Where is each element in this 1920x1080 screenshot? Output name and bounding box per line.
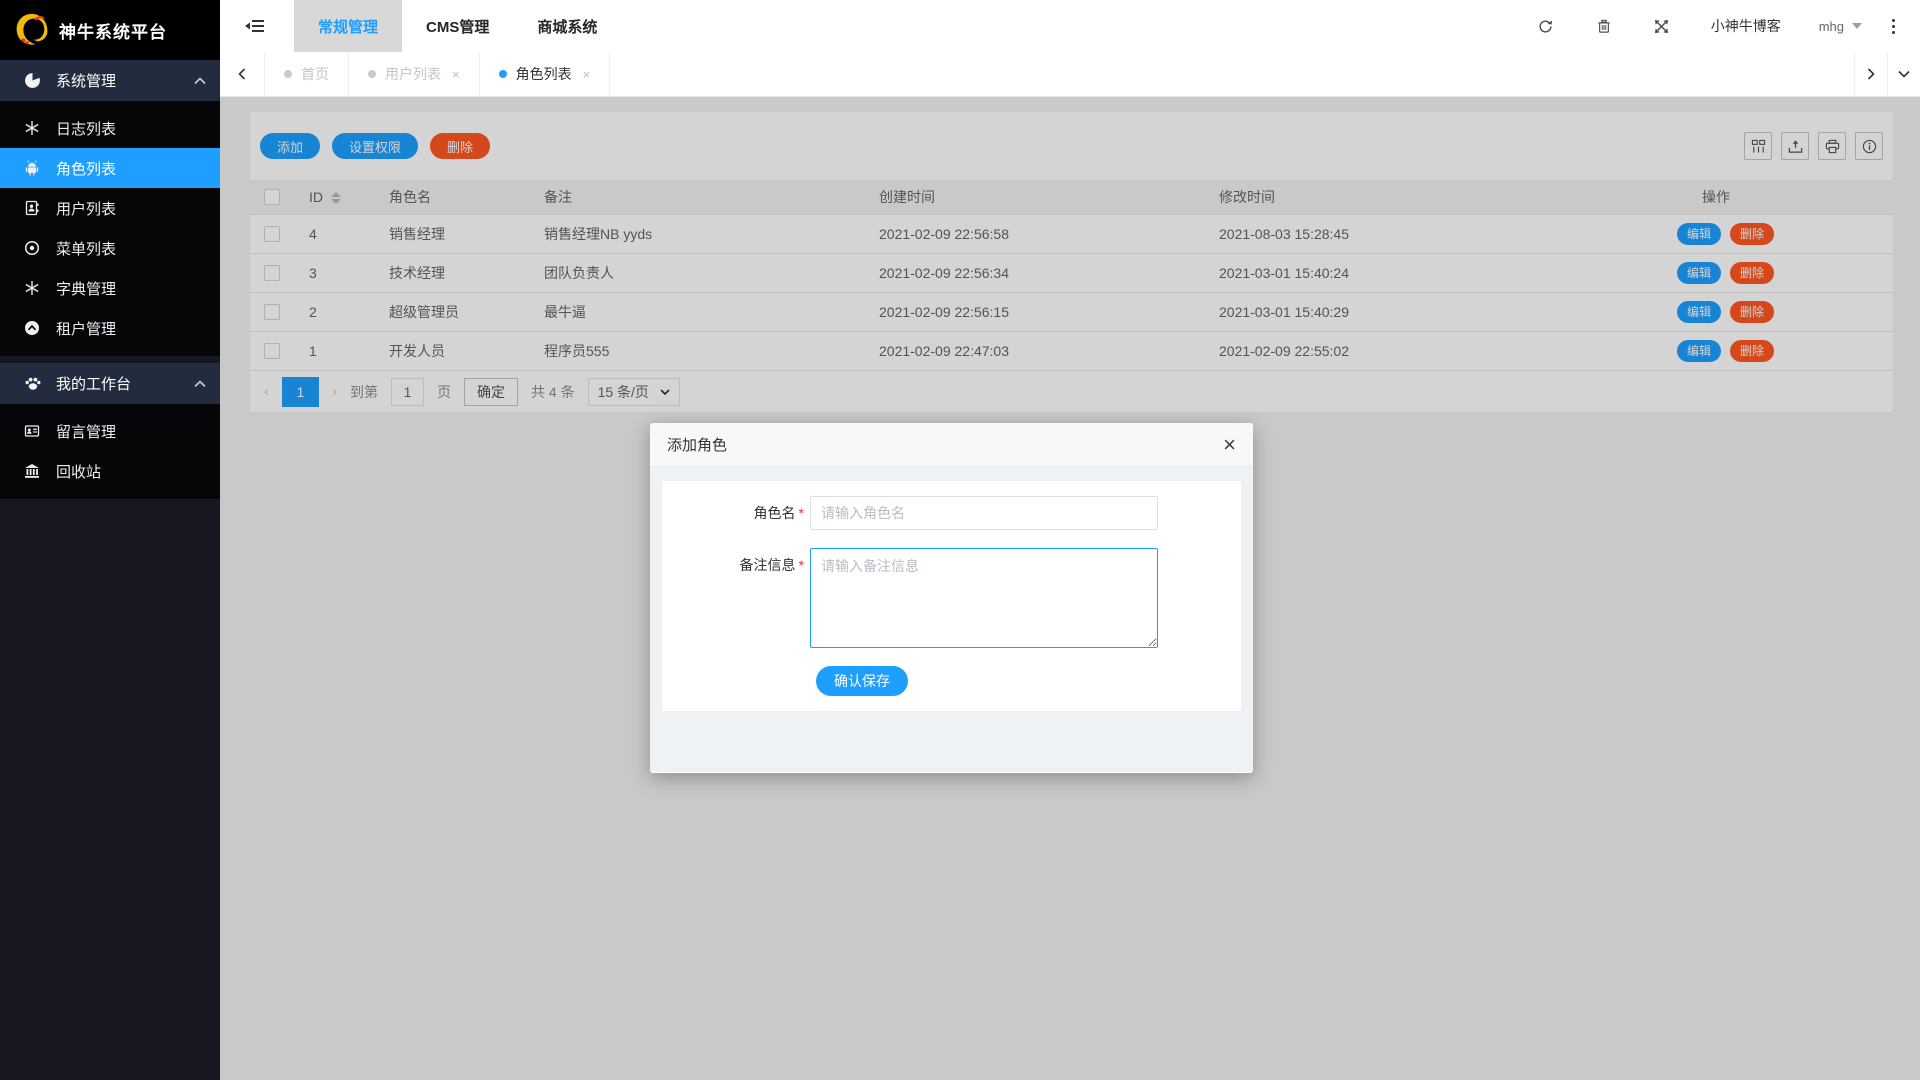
topnav-tab-general[interactable]: 常规管理 [294,0,402,52]
topbar: 常规管理 CMS管理 商城系统 小神牛博客 mhg [220,0,1920,52]
trash-icon[interactable] [1575,0,1633,52]
pie-circle-icon [24,72,41,89]
modal-body: 角色名* 备注信息* 确认保存 [650,467,1253,772]
more-menu-icon[interactable] [1878,0,1908,52]
sidebar-item-dict-manage[interactable]: 字典管理 [0,268,220,308]
tabs-menu-icon[interactable] [1887,52,1920,96]
sidebar-group-workbench: 留言管理 回收站 [0,404,220,499]
address-book-icon [24,200,40,216]
fullscreen-icon[interactable] [1633,0,1691,52]
topnav-tab-cms[interactable]: CMS管理 [402,0,513,52]
sidebar-item-recycle-bin[interactable]: 回收站 [0,451,220,491]
bank-icon [24,463,40,479]
username: mhg [1819,19,1844,34]
sidebar-item-tenant-manage[interactable]: 租户管理 [0,308,220,348]
tab-status-dot [284,70,292,78]
page-tab-label: 首页 [301,64,329,84]
sidebar-item-label: 留言管理 [56,421,116,442]
chevron-up-icon [194,77,206,85]
snowflake-icon [24,120,40,136]
tab-status-dot [499,70,507,78]
required-mark: * [799,505,804,521]
remark-textarea[interactable] [810,548,1158,648]
sidebar-toggle-icon[interactable] [245,16,265,36]
role-name-input[interactable] [810,496,1158,530]
app-title: 神牛系统平台 [59,18,167,43]
modal-title: 添加角色 [667,434,727,455]
chevron-up-icon [194,380,206,388]
sidebar-section-label: 系统管理 [56,70,116,91]
paw-icon [24,375,41,392]
sidebar-item-message-manage[interactable]: 留言管理 [0,411,220,451]
page-tabbar: 首页 用户列表 × 角色列表 × [220,52,1920,97]
topnav-tab-label: 商城系统 [537,16,597,37]
caret-down-icon [1852,23,1862,29]
content-area: 添加 设置权限 删除 [220,97,1920,1080]
sidebar-group-system: 日志列表 角色列表 用户列表 菜单列表 字典管理 租户管理 [0,101,220,356]
sidebar-item-label: 日志列表 [56,118,116,139]
sidebar-item-label: 用户列表 [56,198,116,219]
tab-close-icon[interactable]: × [452,67,460,82]
sidebar-item-log-list[interactable]: 日志列表 [0,108,220,148]
confirm-save-button[interactable]: 确认保存 [816,666,908,696]
sidebar-item-label: 字典管理 [56,278,116,299]
tab-close-icon[interactable]: × [583,67,591,82]
refresh-icon[interactable] [1517,0,1575,52]
user-menu[interactable]: mhg [1803,19,1878,34]
sidebar-item-label: 租户管理 [56,318,116,339]
top-nav: 常规管理 CMS管理 商城系统 [294,0,621,52]
topbar-right: 小神牛博客 mhg [1517,0,1920,52]
tab-status-dot [368,70,376,78]
add-role-form: 角色名* 备注信息* 确认保存 [662,481,1241,711]
sidebar-item-label: 角色列表 [56,158,116,179]
page-tab-user-list[interactable]: 用户列表 × [349,52,480,96]
sidebar-section-workbench[interactable]: 我的工作台 [0,363,220,404]
blog-link[interactable]: 小神牛博客 [1711,16,1781,36]
role-name-label: 角色名* [662,496,810,530]
modal-header: 添加角色 × [650,423,1253,467]
remark-label: 备注信息* [662,548,810,648]
remark-row: 备注信息* [662,548,1241,648]
page-tab-role-list[interactable]: 角色列表 × [480,52,611,96]
app-logo: 神牛系统平台 [0,0,220,60]
role-name-row: 角色名* [662,496,1241,530]
sidebar-section-system[interactable]: 系统管理 [0,60,220,101]
main-area: 常规管理 CMS管理 商城系统 小神牛博客 mhg [220,0,1920,1080]
circle-up-icon [24,320,40,336]
id-card-icon [24,423,40,439]
close-icon[interactable]: × [1223,434,1236,456]
sidebar-item-user-list[interactable]: 用户列表 [0,188,220,228]
sidebar-item-role-list[interactable]: 角色列表 [0,148,220,188]
topnav-tab-mall[interactable]: 商城系统 [513,0,621,52]
page-tab-label: 用户列表 [385,64,441,84]
page-tab-label: 角色列表 [516,64,572,84]
sidebar-item-label: 菜单列表 [56,238,116,259]
target-icon [24,240,40,256]
logo-phoenix-icon [12,11,50,49]
tabs-scroll-right-icon[interactable] [1854,52,1887,96]
topnav-tab-label: CMS管理 [426,16,489,37]
required-mark: * [799,557,804,573]
snowflake-icon [24,280,40,296]
sidebar-section-label: 我的工作台 [56,373,131,394]
sidebar-item-menu-list[interactable]: 菜单列表 [0,228,220,268]
sidebar-item-label: 回收站 [56,461,101,482]
add-role-modal: 添加角色 × 角色名* 备注信息* [650,423,1253,773]
sidebar: 神牛系统平台 系统管理 日志列表 角色列表 用户列表 菜单列表 字典管理 [0,0,220,1080]
topnav-tab-label: 常规管理 [318,16,378,37]
android-icon [24,160,40,176]
tabs-scroll-left-icon[interactable] [220,52,265,96]
page-tab-home[interactable]: 首页 [265,52,349,96]
